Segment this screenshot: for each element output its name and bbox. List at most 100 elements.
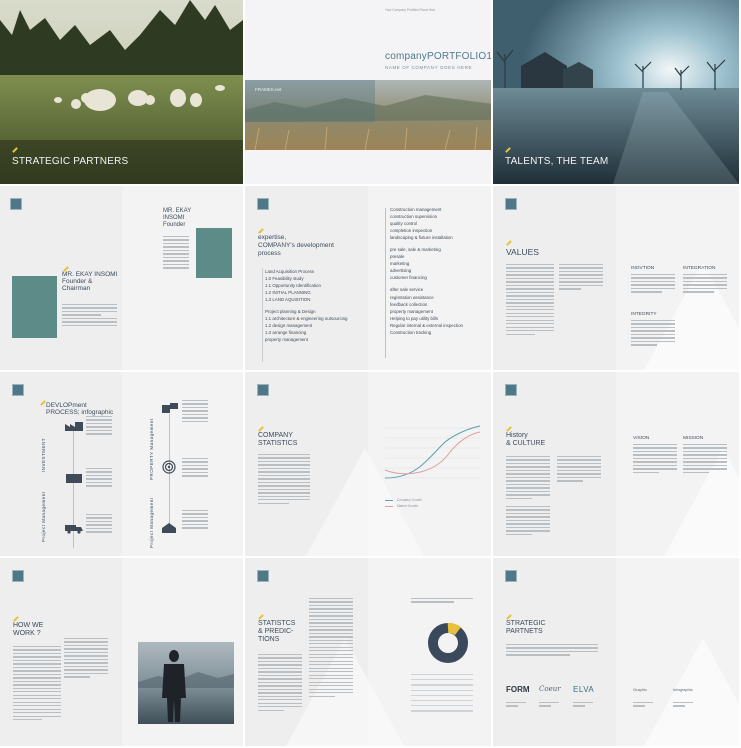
spread-how-we-work: HOW WE WORK ? [0,558,245,748]
spread-founder: MR. EKAY INSOMI Founder & Chairman MR. E… [0,186,245,372]
title-line-1: STRATEGIC [506,620,546,627]
donut-chart [428,623,468,663]
integration-text [683,274,727,295]
band-caption: FRAMES.net [255,87,282,92]
spread-values: VALUES INOVTION INTEGRATION INTEGRITY [493,186,741,372]
title-line-2: & CULTURE [506,440,546,448]
founder-name-right-1: MR. EKAY [163,208,192,214]
company-logo-icon [505,384,517,396]
step-text-4 [182,400,208,424]
title-line-2: PARTNETS [506,628,543,636]
partner-caption-2 [539,702,559,709]
step-text-5 [182,458,208,479]
founder-photo-placeholder [12,276,57,338]
company-logo-icon [505,570,517,582]
series-company-growth [384,425,481,479]
right-process-list: Construction management construction sup… [390,206,463,336]
page-title: TALENTS, THE TEAM [505,156,609,167]
list-item: customer financing [390,275,427,281]
history-text-1 [506,456,550,501]
spread-company-portfolio-cover: Your Company Portfolio Fiscal Year compa… [245,0,493,186]
legend-company-growth: Company Growth [397,498,422,502]
vision-heading: VISION [633,436,650,441]
factory-icon [65,422,83,431]
list-item: 1.1 Opportunity Identification [265,283,321,289]
list-item: advertising [390,268,412,274]
company-logo-icon [257,198,269,210]
brand-title: companyPORTFOLIO17 [385,51,493,62]
building-icon [66,474,82,483]
founder-name-right-2: INSOMI [163,215,185,221]
step-text-1 [86,416,112,437]
section-title: History & CULTURE [506,432,545,448]
title-line-3: TIONS [258,636,280,644]
company-logo-icon [257,384,269,396]
storage-icon [162,403,178,413]
partner-caption-3 [573,702,593,709]
value-heading-innovation: INOVTION [631,266,655,271]
brand-subtitle: NAME OF COMPANY GOES HERE [385,65,473,70]
left-process-list: Land Acquisition Process 1.0 Feasibility… [265,268,348,343]
title-line-2: WORK ? [13,630,41,638]
field-band-photo [245,80,491,150]
step-text-6 [182,510,208,531]
partner-caption-4 [633,702,653,709]
title-line-1: COMPANY [258,432,293,439]
chart-caption-text [411,598,473,605]
list-item: Land Acquisition Process [265,269,315,274]
spread-statistics-predictions: STATISTCS & PREDIC- TIONS [245,558,493,748]
history-text-3 [506,506,550,537]
legend-swatch-market [385,506,393,507]
list-item: 1.3 LAND AQUISITION [265,297,311,303]
founder-portrait-placeholder [196,228,232,278]
statistics-text [258,454,310,506]
founder-quote-text [163,236,189,271]
partner-logo-form: FORM [506,685,530,694]
work-text-1 [13,646,61,723]
partner-logo-coeur: Coeur [539,685,561,693]
values-text-2 [559,264,603,292]
predictions-text-2 [309,598,353,699]
spread-company-statistics: COMPANY STATISTICS Company Growth Market… [245,372,493,558]
spread-strategic-partners-cover: STRATEGIC PARTNERS [0,0,245,186]
person-by-lake-photo [138,642,234,724]
list-item: Helping to pay utility bills [390,315,439,321]
mission-text [683,444,727,475]
page-title: STRATEGIC PARTNERS [12,156,129,167]
title-line-1: STATISTCS [258,620,296,627]
mission-heading: MISSION [683,436,704,441]
list-item: quality control [390,221,418,227]
predictions-text-1 [258,654,302,713]
vertical-label-investment: INVESTMENT [41,437,46,472]
step-text-2 [86,468,112,489]
growth-line-chart [384,425,481,479]
partner-logo-elva: ELVA [573,685,595,694]
company-logo-icon [10,198,22,210]
vertical-label-property-management: PROPERTY Management [149,418,154,480]
list-item: construction supervision [390,214,438,220]
list-item: 1.3 arrange financing [265,330,307,336]
list-item: pre sale, sale & marketing [390,247,441,253]
section-title: VALUES [506,247,539,257]
title-line-1: HOW WE [13,622,44,629]
spread-history-culture: History & CULTURE VISION MISSION [493,372,741,558]
partner-logo-infographic: Infographic [673,687,693,692]
section-title: DEVLOPment PROCESS; infographic [46,402,113,417]
donut-highlight-segment [447,623,462,636]
partner-caption-5 [673,702,693,709]
section-title: COMPANY STATISTICS [258,432,297,448]
list-item: Construction management [390,207,442,212]
vertical-label-project-management: Project Management [41,491,46,542]
list-item: 1.2 INITIAL PLANNING [265,290,311,296]
portfolio-spread-grid: STRATEGIC PARTNERS Your Company Portfoli… [0,0,741,748]
list-item: completion inspection [390,228,433,234]
truck-icon [65,525,83,534]
title-line-3: process [258,249,281,257]
vision-text [633,444,677,475]
step-text-3 [86,514,112,535]
company-logo-icon [257,570,269,582]
value-heading-integrity: INTEGRITY [631,312,657,317]
partner-caption-1 [506,702,526,709]
value-heading-integration: INTEGRATION [683,266,716,271]
section-title: expertise, COMPANY's development process [258,234,334,257]
